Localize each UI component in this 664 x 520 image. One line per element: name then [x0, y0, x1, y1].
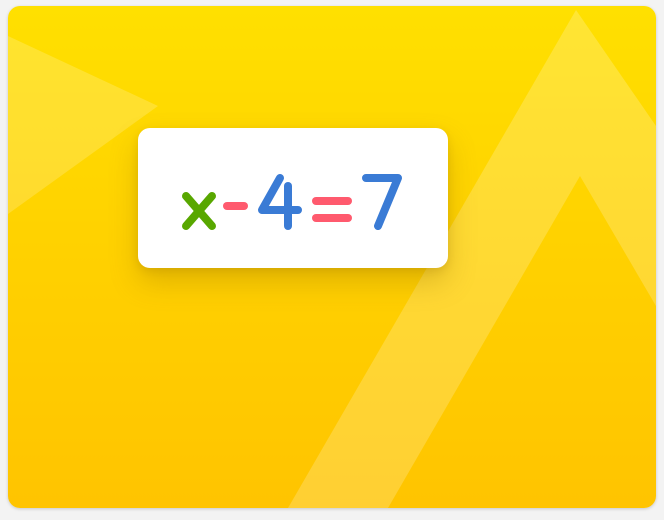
number-7-glyph: [362, 174, 402, 230]
number-4-glyph: [258, 174, 302, 230]
equation-card: x - 4 = 7: [138, 128, 448, 268]
variable-x: x: [199, 225, 200, 227]
equation: x - 4 = 7: [182, 174, 402, 230]
play-triangle-shape: [8, 36, 158, 214]
operator-equals: =: [332, 225, 333, 227]
variable-x-glyph: [182, 192, 216, 230]
operator-minus: -: [235, 225, 236, 227]
number-4: 4: [280, 225, 281, 227]
operator-equals-glyph: [312, 197, 352, 222]
game-illustration-panel: x - 4 = 7: [8, 6, 656, 508]
